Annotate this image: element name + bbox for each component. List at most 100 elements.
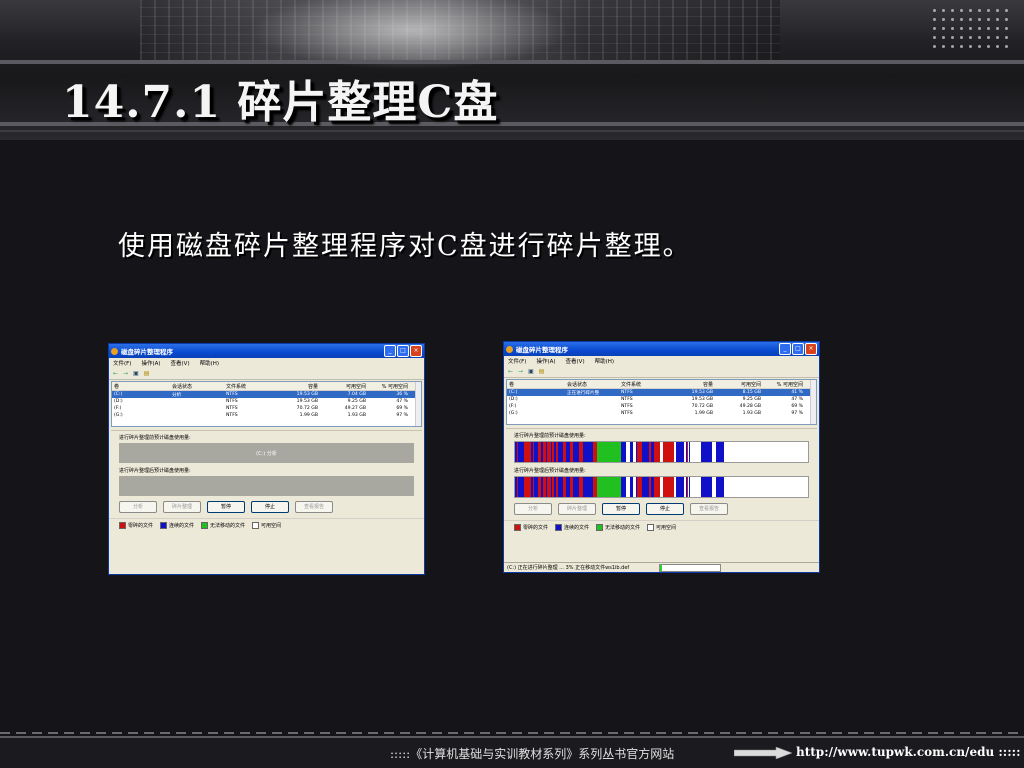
col-session-state[interactable]: 会话状态 [172,383,226,390]
legend-fragmented: 零碎的文件 [119,521,153,529]
stop-button[interactable]: 停止 [251,501,289,513]
cluster-block [563,442,564,462]
cluster-block [651,442,654,462]
col-file-system[interactable]: 文件系统 [621,381,669,388]
menu-file[interactable]: 文件(F) [113,359,131,367]
col-file-system[interactable]: 文件系统 [226,383,274,390]
col-session-state[interactable]: 会话状态 [567,381,621,388]
capacity: 19.53 GB [691,390,713,395]
volume-row[interactable]: (C:) 正在进行碎片整 NTFS 19.53 GB 8.15 GB 41 % [507,389,816,396]
cluster-block [627,442,630,462]
volume-list-header: 卷 会话状态 文件系统 容量 可用空间 % 可用空间 [507,380,816,389]
menu-help[interactable]: 帮助(H) [200,359,219,367]
list-scrollbar[interactable] [810,380,816,424]
minimize-icon[interactable]: _ [384,345,396,357]
analyze-button[interactable]: 分析 [119,501,157,513]
volume-row[interactable]: (C:) 分析 NTFS 19.53 GB 7.04 GB 36 % [112,391,421,398]
volume-row[interactable]: (G:) NTFS 1.99 GB 1.93 GB 97 % [112,412,421,419]
col-free-space[interactable]: 可用空间 [713,381,761,388]
view-report-button[interactable]: 查看报告 [295,501,333,513]
cluster-block [649,442,650,462]
volume-row[interactable]: (F:) NTFS 70.72 GB 49.28 GB 69 % [507,403,816,410]
disk-usage-map [515,477,724,497]
view-report-button[interactable]: 查看报告 [690,503,728,515]
drive-label: (C:) [509,390,518,395]
close-icon[interactable]: × [410,345,422,357]
pause-button[interactable]: 暂停 [207,501,245,513]
stop-button[interactable]: 停止 [646,503,684,515]
free-space: 49.28 GB [739,404,761,409]
back-arrow-icon[interactable]: ← [113,370,118,377]
col-free-percent[interactable]: % 可用空间 [761,381,803,388]
free-space: 9.25 GB [347,399,366,404]
menu-view[interactable]: 查看(V) [566,357,585,365]
window-title: 磁盘碎片整理程序 [516,346,568,354]
menu-help[interactable]: 帮助(H) [595,357,614,365]
volume-row[interactable]: (D:) NTFS 19.53 GB 9.25 GB 47 % [507,396,816,403]
volume-row[interactable]: (F:) NTFS 70.72 GB 49.27 GB 69 % [112,405,421,412]
legend-free: 可用空间 [252,521,281,529]
col-capacity[interactable]: 容量 [669,381,713,388]
title-bar[interactable]: 磁盘碎片整理程序 _ □ × [504,342,819,356]
cluster-block [518,477,520,497]
col-volume[interactable]: 卷 [507,381,567,388]
console-icon[interactable]: ▣ [133,370,139,377]
before-usage-text: (C:) 分析 [256,450,277,457]
cluster-block [534,477,537,497]
cluster-block [668,477,669,497]
console-icon[interactable]: ▣ [528,368,534,375]
cluster-block [688,477,689,497]
menu-view[interactable]: 查看(V) [171,359,190,367]
menu-file[interactable]: 文件(F) [508,357,526,365]
menu-action[interactable]: 操作(A) [141,359,160,367]
cluster-block [650,477,651,497]
after-usage-label: 进行碎片整理后预计磁盘使用量: [514,468,586,474]
defragment-button[interactable]: 碎片整理 [558,503,596,515]
file-system: NTFS [226,392,238,397]
col-free-space[interactable]: 可用空间 [318,383,366,390]
banner-divider [0,130,1024,132]
footer: :::::《计算机基础与实训教材系列》系列丛书官方网站 http://www.t… [0,732,1024,768]
cluster-block [701,477,712,497]
col-volume[interactable]: 卷 [112,383,172,390]
cluster-block [551,477,552,497]
cluster-block [641,477,642,497]
forward-arrow-icon[interactable]: → [518,368,523,375]
drive-label: (F:) [509,404,517,409]
list-scrollbar[interactable] [415,382,421,426]
cluster-block [546,442,547,462]
title-bar[interactable]: 磁盘碎片整理程序 _ □ × [109,344,424,358]
capacity: 1.99 GB [694,411,713,416]
cluster-block [579,477,580,497]
properties-icon[interactable]: ▤ [539,368,545,375]
cluster-block [663,442,664,462]
color-legend: 零碎的文件 连续的文件 无法移动的文件 可用空间 [109,518,424,531]
pause-button[interactable]: 暂停 [602,503,640,515]
menu-action[interactable]: 操作(A) [536,357,555,365]
cluster-block [654,477,658,497]
back-arrow-icon[interactable]: ← [508,368,513,375]
cluster-block [688,442,689,462]
analyze-button[interactable]: 分析 [514,503,552,515]
slide-subtitle: 使用磁盘碎片整理程序对C盘进行碎片整理。 [118,231,692,262]
col-capacity[interactable]: 容量 [274,383,318,390]
maximize-icon[interactable]: □ [792,343,804,355]
cluster-block [547,477,549,497]
defrag-window-analysis[interactable]: 磁盘碎片整理程序 _ □ × 文件(F) 操作(A) 查看(V) 帮助(H) ←… [108,343,425,575]
volume-row[interactable]: (G:) NTFS 1.99 GB 1.93 GB 97 % [507,410,816,417]
defrag-window-running[interactable]: 磁盘碎片整理程序 _ □ × 文件(F) 操作(A) 查看(V) 帮助(H) ←… [503,341,820,573]
minimize-icon[interactable]: _ [779,343,791,355]
footer-url-link[interactable]: http://www.tupwk.com.cn/edu ::::: [796,745,1021,759]
cluster-block [669,477,672,497]
col-free-percent[interactable]: % 可用空间 [366,383,408,390]
defrag-app-icon [111,347,118,355]
forward-arrow-icon[interactable]: → [123,370,128,377]
volume-row[interactable]: (D:) NTFS 19.53 GB 9.25 GB 47 % [112,398,421,405]
defragment-button[interactable]: 碎片整理 [163,501,201,513]
properties-icon[interactable]: ▤ [144,370,150,377]
maximize-icon[interactable]: □ [397,345,409,357]
free-percent: 69 % [791,404,803,409]
close-icon[interactable]: × [805,343,817,355]
cluster-block [573,442,575,462]
status-bar: (C:) 正在进行碎片整理 ... 3% 正在移动文件ws1ib.def [504,562,819,572]
